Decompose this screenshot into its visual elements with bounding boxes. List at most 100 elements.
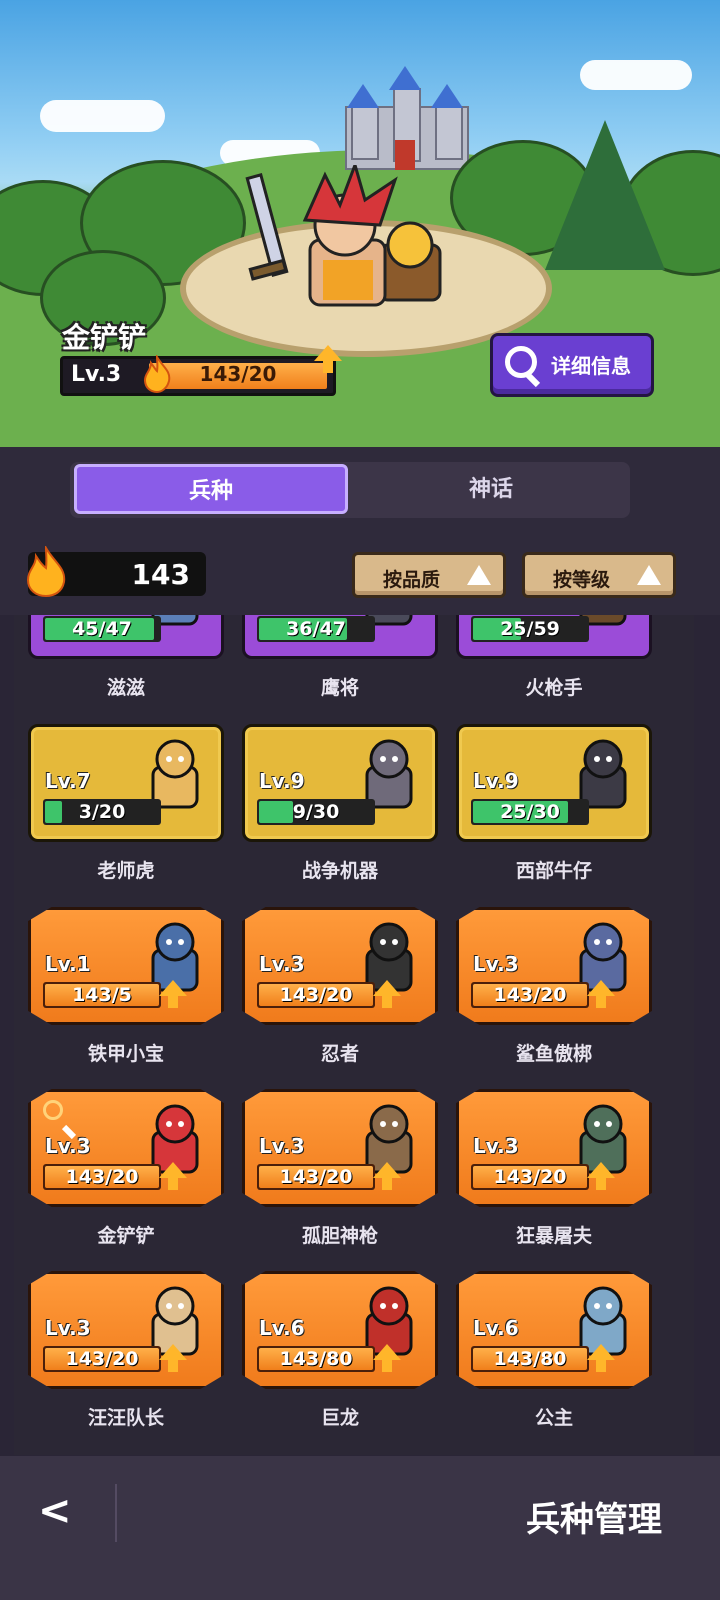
unit-card[interactable]: Lv.1 143/5 xyxy=(28,907,224,1025)
unit-progress-bar: 143/20 xyxy=(43,1164,161,1190)
unit-progress-bar: 143/20 xyxy=(43,1346,161,1372)
unit-card[interactable]: Lv.3 143/20 xyxy=(242,1089,438,1207)
unit-card[interactable]: 45/47 xyxy=(28,615,224,659)
unit-progress-text: 143/20 xyxy=(493,1166,567,1188)
unit-level: Lv.6 xyxy=(259,1316,305,1340)
unit-progress-bar: 143/20 xyxy=(471,982,589,1008)
unit-progress-bar: 143/20 xyxy=(257,1164,375,1190)
unit-progress-bar: 9/30 xyxy=(257,799,375,825)
unit-progress-bar: 143/5 xyxy=(43,982,161,1008)
unit-level: Lv.3 xyxy=(45,1316,91,1340)
unit-card[interactable]: Lv.6 143/80 xyxy=(242,1271,438,1389)
unit-level: Lv.3 xyxy=(45,1134,91,1158)
hero-scene: 金铲铲 Lv.3 143/20 详细信息 xyxy=(0,0,720,455)
sort-up-icon xyxy=(637,565,661,585)
sort-up-icon xyxy=(467,565,491,585)
unit-level: Lv.3 xyxy=(259,1134,305,1158)
unit-progress-text: 25/59 xyxy=(500,618,560,640)
unit-progress-bar: 143/80 xyxy=(471,1346,589,1372)
unit-level: Lv.3 xyxy=(259,952,305,976)
sort-by-level-button[interactable]: 按等级 xyxy=(522,552,676,598)
unit-name: 铁甲小宝 xyxy=(87,1043,164,1065)
unit-name: 滋滋 xyxy=(106,677,145,699)
unit-card[interactable]: Lv.3 143/20 xyxy=(456,907,652,1025)
tab-bar: 兵种 神话 xyxy=(70,462,630,518)
unit-card[interactable]: Lv.6 143/80 xyxy=(456,1271,652,1389)
sort-by-level-label: 按等级 xyxy=(553,569,611,591)
hero-sprite xyxy=(245,165,442,307)
divider xyxy=(115,1484,117,1542)
unit-name: 火枪手 xyxy=(525,677,583,699)
unit-grid[interactable]: 45/47 滋滋 36/47 鹰将 25/59 火枪手 Lv.7 3/20 老师虎 Lv.9 9/3… xyxy=(14,615,694,1455)
upgrade-arrow-icon xyxy=(373,980,401,1008)
unit-card[interactable]: Lv.3 143/20 xyxy=(456,1089,652,1207)
unit-name: 鹰将 xyxy=(320,677,359,699)
unit-card[interactable]: Lv.3 143/20 xyxy=(28,1089,224,1207)
detail-info-button[interactable]: 详细信息 xyxy=(490,333,654,397)
currency-counter: 143 xyxy=(26,546,206,598)
unit-card[interactable]: 25/59 xyxy=(456,615,652,659)
unit-card[interactable]: Lv.3 143/20 xyxy=(28,1271,224,1389)
upgrade-arrow-icon xyxy=(159,1162,187,1190)
sort-by-quality-label: 按品质 xyxy=(383,569,441,591)
sort-by-quality-button[interactable]: 按品质 xyxy=(352,552,506,598)
cloud xyxy=(40,100,165,132)
unit-level: Lv.3 xyxy=(473,952,519,976)
unit-progress-text: 143/20 xyxy=(65,1348,139,1370)
unit-progress-text: 25/30 xyxy=(500,801,560,823)
footer-bar: < 兵种管理 xyxy=(0,1456,720,1600)
unit-progress-bar: 143/20 xyxy=(471,1164,589,1190)
tab-units[interactable]: 兵种 xyxy=(74,464,348,514)
unit-level: Lv.9 xyxy=(259,769,305,793)
unit-level: Lv.6 xyxy=(473,1316,519,1340)
hero-level: Lv.3 xyxy=(71,362,122,387)
upgrade-arrow-icon xyxy=(373,1344,401,1372)
unit-progress-text: 143/20 xyxy=(493,984,567,1006)
upgrade-arrow-icon xyxy=(587,1162,615,1190)
unit-card[interactable]: 36/47 xyxy=(242,615,438,659)
search-icon xyxy=(505,346,537,378)
unit-card[interactable]: Lv.9 9/30 xyxy=(242,724,438,842)
unit-name: 金铲铲 xyxy=(97,1225,155,1247)
unit-progress-text: 45/47 xyxy=(72,618,132,640)
unit-progress-text: 143/20 xyxy=(279,1166,353,1188)
upgrade-arrow-icon xyxy=(159,980,187,1008)
unit-progress-bar: 143/20 xyxy=(257,982,375,1008)
unit-name: 西部牛仔 xyxy=(515,860,592,882)
unit-progress-bar: 3/20 xyxy=(43,799,161,825)
upgrade-arrow-icon xyxy=(314,345,342,373)
back-button[interactable]: < xyxy=(38,1488,78,1534)
unit-progress-bar: 45/47 xyxy=(43,616,161,642)
unit-card[interactable]: Lv.7 3/20 xyxy=(28,724,224,842)
unit-progress-text: 143/80 xyxy=(279,1348,353,1370)
unit-progress-bar: 25/30 xyxy=(471,799,589,825)
currency-value: 143 xyxy=(131,558,190,591)
unit-progress-text: 3/20 xyxy=(78,801,126,823)
unit-name: 鲨鱼傲梆 xyxy=(515,1043,592,1065)
cloud xyxy=(580,60,692,90)
flame-icon xyxy=(26,546,66,598)
castle xyxy=(345,66,469,170)
hero-name: 金铲铲 xyxy=(62,321,147,354)
tab-myth[interactable]: 神话 xyxy=(352,462,630,518)
upgrade-arrow-icon xyxy=(159,1344,187,1372)
unit-progress-bar: 25/59 xyxy=(471,616,589,642)
unit-progress-text: 36/47 xyxy=(286,618,346,640)
unit-progress-text: 143/5 xyxy=(72,984,132,1006)
unit-name: 汪汪队长 xyxy=(87,1407,164,1429)
detail-info-label: 详细信息 xyxy=(551,354,631,378)
unit-name: 公主 xyxy=(534,1407,573,1429)
unit-name: 老师虎 xyxy=(97,860,155,882)
hero-level-bar: Lv.3 143/20 xyxy=(60,355,336,396)
unit-level: Lv.3 xyxy=(473,1134,519,1158)
upgrade-arrow-icon xyxy=(587,980,615,1008)
search-icon xyxy=(43,1100,63,1120)
unit-card[interactable]: Lv.9 25/30 xyxy=(456,724,652,842)
unit-progress-text: 143/20 xyxy=(279,984,353,1006)
unit-progress-bar: 36/47 xyxy=(257,616,375,642)
unit-name: 巨龙 xyxy=(320,1407,359,1429)
unit-name: 忍者 xyxy=(320,1043,359,1065)
pine-tree xyxy=(545,120,665,270)
unit-name: 孤胆神枪 xyxy=(301,1225,378,1247)
unit-card[interactable]: Lv.3 143/20 xyxy=(242,907,438,1025)
